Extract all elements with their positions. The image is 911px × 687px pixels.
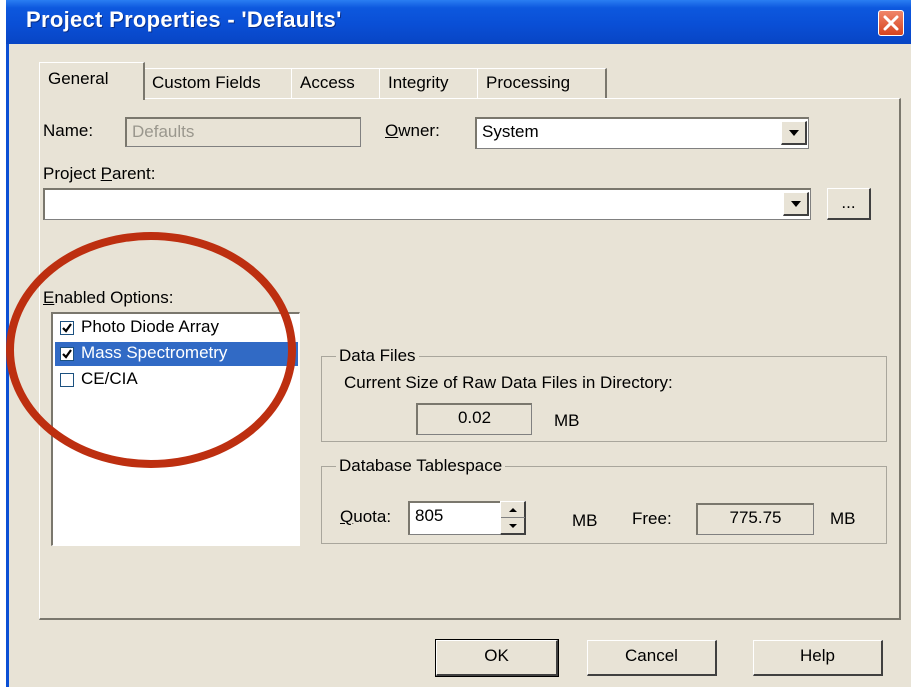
project-parent-select[interactable] [43, 188, 811, 220]
option-label: CE/CIA [81, 369, 138, 388]
quota-label: Quota: [340, 507, 392, 526]
project-parent-dropdown-button[interactable] [783, 192, 809, 216]
tab-custom-fields[interactable]: Custom Fields [143, 68, 293, 98]
option-label: Mass Spectrometry [81, 343, 228, 362]
help-button[interactable]: Help [753, 640, 883, 676]
data-files-title: Data Files [336, 346, 419, 366]
free-unit: MB [830, 509, 856, 528]
cancel-button[interactable]: Cancel [587, 640, 717, 676]
option-photo-diode-array[interactable]: Photo Diode Array [55, 316, 298, 340]
quota-decrement-button[interactable] [501, 518, 525, 533]
mass-spectrometry-checkbox[interactable] [60, 347, 74, 361]
free-label: Free: [632, 509, 672, 528]
title-bar[interactable]: Project Properties - 'Defaults' [6, 0, 911, 44]
chevron-down-icon [791, 201, 801, 207]
data-files-size-field: 0.02 [416, 403, 532, 435]
database-tablespace-group: Database Tablespace Quota: 805 MB Free: … [321, 456, 887, 544]
quota-input[interactable]: 805 [408, 501, 504, 535]
data-files-group: Data Files Current Size of Raw Data File… [321, 346, 887, 442]
name-label: Name: [43, 121, 94, 140]
ok-button[interactable]: OK [435, 639, 559, 677]
owner-dropdown-button[interactable] [781, 121, 807, 145]
free-space-field: 775.75 [696, 503, 814, 535]
tab-processing[interactable]: Processing [477, 68, 607, 98]
window-title: Project Properties - 'Defaults' [26, 7, 342, 32]
arrow-down-icon [509, 524, 517, 528]
option-mass-spectrometry[interactable]: Mass Spectrometry [55, 342, 298, 366]
tab-access[interactable]: Access [291, 68, 381, 98]
option-ce-cia[interactable]: CE/CIA [55, 368, 298, 392]
project-properties-dialog: Project Properties - 'Defaults' General … [6, 0, 911, 687]
project-parent-label: Project Parent: [43, 164, 156, 183]
quota-stepper[interactable] [500, 501, 526, 535]
checkmark-icon [62, 349, 72, 359]
close-button[interactable] [878, 10, 904, 36]
checkmark-icon [62, 323, 72, 333]
photo-diode-array-checkbox[interactable] [60, 321, 74, 335]
close-icon [883, 15, 899, 31]
data-files-size-unit: MB [554, 411, 580, 430]
owner-select[interactable]: System [475, 117, 809, 149]
database-tablespace-title: Database Tablespace [336, 456, 506, 476]
tab-integrity[interactable]: Integrity [379, 68, 479, 98]
enabled-options-label: Enabled Options: [43, 288, 174, 307]
enabled-options-list[interactable]: Photo Diode Array Mass Spectrometry CE/C… [51, 312, 300, 546]
quota-increment-button[interactable] [501, 502, 525, 518]
chevron-down-icon [789, 130, 799, 136]
tab-general[interactable]: General [39, 62, 145, 100]
option-label: Photo Diode Array [81, 317, 219, 336]
ce-cia-checkbox[interactable] [60, 373, 74, 387]
data-files-caption: Current Size of Raw Data Files in Direct… [344, 373, 673, 392]
browse-parent-button[interactable]: ... [827, 188, 871, 220]
name-field: Defaults [125, 117, 361, 147]
owner-label: Owner: [385, 121, 440, 140]
arrow-up-icon [509, 508, 517, 512]
quota-unit: MB [572, 511, 598, 530]
